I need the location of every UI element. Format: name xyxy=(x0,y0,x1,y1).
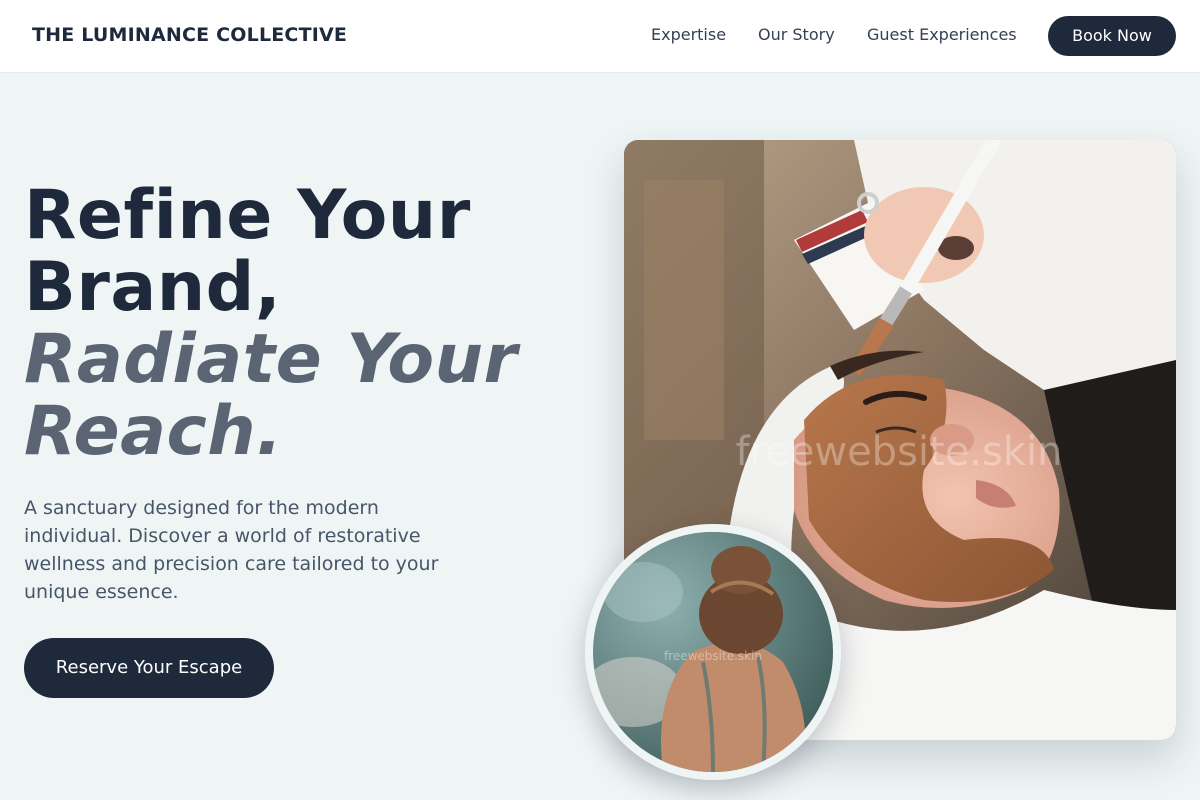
spa-pool-illustration: freewebsite.skin xyxy=(593,532,833,772)
hero-description: A sanctuary designed for the modern indi… xyxy=(24,497,439,603)
brand-logo-text[interactable]: THE LUMINANCE COLLECTIVE xyxy=(32,24,347,46)
nav-link-guest-experiences[interactable]: Guest Experiences xyxy=(867,25,1017,44)
headline-accent-line-1: Radiate Your xyxy=(24,320,518,399)
nav-link-expertise[interactable]: Expertise xyxy=(651,25,726,44)
hero-headline: Refine Your Brand, Radiate Your Reach. xyxy=(24,180,604,468)
inset-photo-watermark: freewebsite.skin xyxy=(664,649,762,663)
headline-line-2: Brand, xyxy=(24,248,282,327)
headline-line-1: Refine Your xyxy=(24,176,471,255)
top-navbar: THE LUMINANCE COLLECTIVE Expertise Our S… xyxy=(0,0,1200,73)
main-photo-watermark: freewebsite.skin xyxy=(735,429,1062,475)
reserve-escape-button[interactable]: Reserve Your Escape xyxy=(24,638,274,698)
spa-pool-photo: freewebsite.skin xyxy=(585,524,841,780)
nav-link-our-story[interactable]: Our Story xyxy=(758,25,835,44)
headline-accent-line-2: Reach. xyxy=(24,392,283,471)
book-now-button[interactable]: Book Now xyxy=(1048,16,1176,56)
